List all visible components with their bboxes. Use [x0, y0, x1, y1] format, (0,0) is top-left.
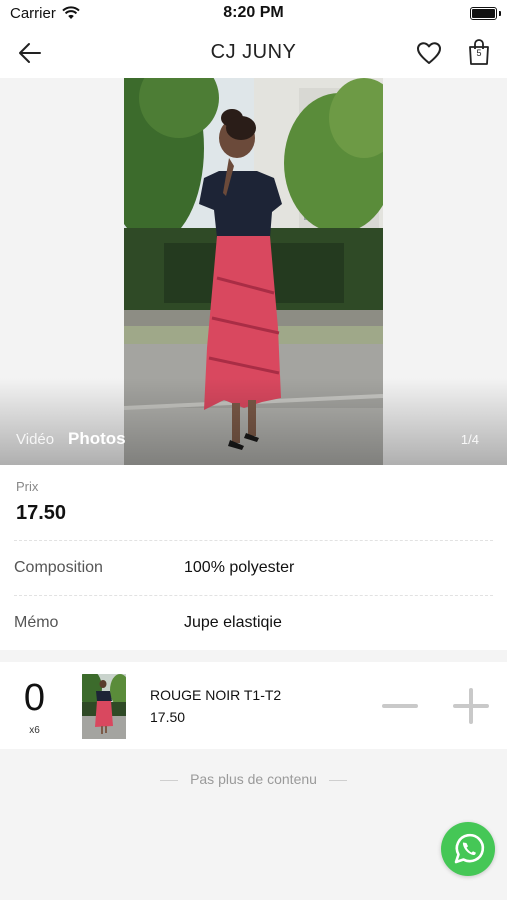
- composition-value: 100% polyester: [184, 559, 295, 576]
- nav-bar: CJ JUNY 5: [0, 28, 507, 78]
- memo-label: Mémo: [14, 614, 59, 631]
- battery-icon: [470, 7, 497, 20]
- variant-name: ROUGE NOIR T1-T2: [150, 687, 282, 703]
- divider: [328, 779, 347, 781]
- end-of-content: Pas plus de contenu: [0, 771, 507, 787]
- whatsapp-icon: [454, 833, 485, 864]
- status-bar: Carrier 8:20 PM: [0, 0, 507, 28]
- cart-button[interactable]: 5: [466, 38, 492, 66]
- variant-price: 17.50: [150, 709, 186, 725]
- end-of-content-label: Pas plus de contenu: [190, 771, 317, 787]
- whatsapp-button[interactable]: [441, 822, 495, 876]
- photo-counter: 1/4: [460, 432, 479, 447]
- product-info: Prix 17.50 Composition 100% polyester Mé…: [0, 465, 507, 650]
- tab-photos[interactable]: Photos: [68, 429, 126, 449]
- product-gallery[interactable]: Vidéo Photos 1/4: [0, 78, 507, 465]
- plus-icon[interactable]: [453, 688, 489, 724]
- variant-thumbnail[interactable]: [82, 674, 126, 739]
- variant-row: 0 x6 ROUGE NOIR T1-T2 17.50: [0, 662, 507, 749]
- cart-count: 5: [476, 48, 482, 58]
- divider: [160, 779, 179, 781]
- battery-tip: [499, 11, 501, 16]
- quantity-value: 0: [23, 677, 46, 719]
- tab-video[interactable]: Vidéo: [16, 431, 54, 448]
- minus-icon[interactable]: [382, 690, 418, 722]
- divider: [14, 540, 493, 541]
- memo-value: Jupe elastiqie: [184, 614, 282, 631]
- composition-label: Composition: [14, 559, 103, 576]
- photo-shade: [0, 378, 507, 465]
- status-time: 8:20 PM: [223, 4, 284, 21]
- heart-icon[interactable]: [415, 40, 443, 66]
- price-label: Prix: [16, 479, 39, 494]
- price-value: 17.50: [16, 502, 67, 524]
- divider: [14, 595, 493, 596]
- pack-size: x6: [29, 725, 40, 736]
